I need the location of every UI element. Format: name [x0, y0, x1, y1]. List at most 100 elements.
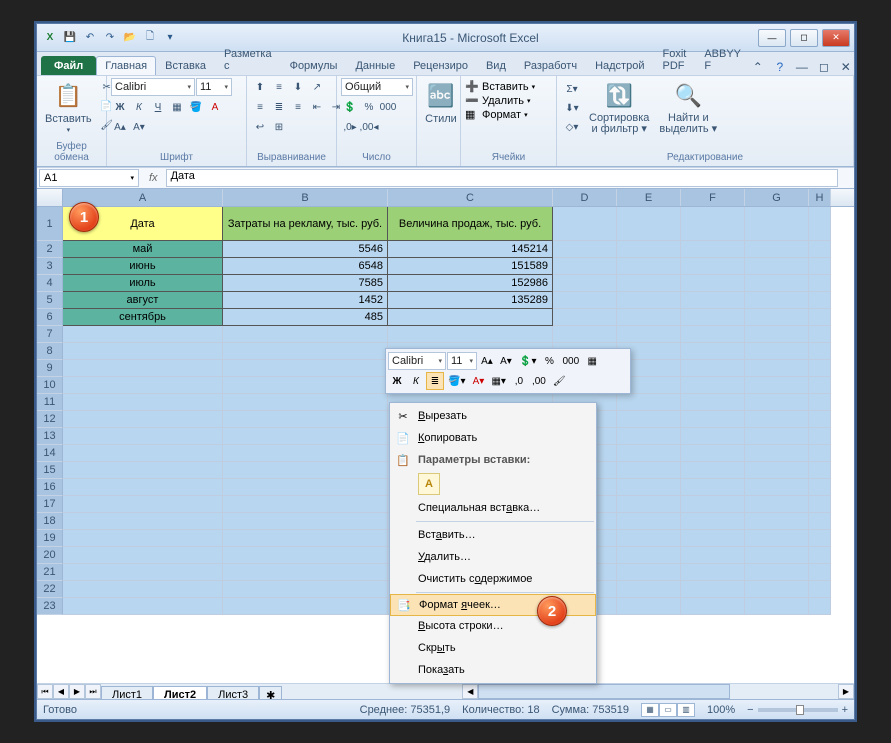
mini-border[interactable]: ▦▾: [488, 372, 508, 390]
cell[interactable]: [809, 598, 831, 615]
cell[interactable]: [63, 513, 223, 530]
zoom-level[interactable]: 100%: [707, 704, 735, 716]
cell[interactable]: [681, 513, 745, 530]
cell[interactable]: [745, 207, 809, 241]
cell[interactable]: [681, 377, 745, 394]
cell[interactable]: [745, 479, 809, 496]
menu-show[interactable]: Показать: [390, 659, 596, 681]
qat-more-icon[interactable]: ▾: [161, 29, 179, 47]
cell[interactable]: [63, 581, 223, 598]
cell[interactable]: [681, 445, 745, 462]
cell[interactable]: [223, 564, 388, 581]
cell[interactable]: [681, 309, 745, 326]
cell[interactable]: [809, 411, 831, 428]
cell[interactable]: 7585: [223, 275, 388, 292]
cell[interactable]: [223, 428, 388, 445]
percent-button[interactable]: %: [360, 98, 378, 116]
menu-cut[interactable]: ✂Вырезать: [390, 405, 596, 427]
tab-foxit[interactable]: Foxit PDF: [653, 44, 695, 75]
cell[interactable]: [681, 581, 745, 598]
font-combo[interactable]: Calibri▾: [111, 78, 195, 96]
undo-icon[interactable]: ↶: [81, 29, 99, 47]
cell[interactable]: [617, 598, 681, 615]
cell[interactable]: [745, 360, 809, 377]
cell[interactable]: [681, 411, 745, 428]
mini-inc-decimal[interactable]: ,0: [510, 372, 528, 390]
fill-button[interactable]: ⬇▾: [563, 99, 581, 117]
row-header[interactable]: 7: [37, 326, 63, 343]
row-header[interactable]: 17: [37, 496, 63, 513]
mini-currency[interactable]: 💲▾: [516, 352, 539, 370]
cell[interactable]: [745, 258, 809, 275]
cell[interactable]: 151589: [388, 258, 553, 275]
sheet-nav-prev[interactable]: ◀: [53, 684, 69, 699]
sheet-nav-first[interactable]: ⏮: [37, 684, 53, 699]
row-header[interactable]: 20: [37, 547, 63, 564]
find-select-button[interactable]: 🔍 Найти ивыделить ▾: [655, 78, 721, 137]
menu-clear-contents[interactable]: Очистить содержимое: [390, 568, 596, 590]
formula-input[interactable]: Дата: [166, 169, 838, 187]
horizontal-scrollbar[interactable]: ⏮ ◀ ▶ ⏭ Лист1 Лист2 Лист3 ✱ ◀ ▶: [37, 683, 854, 699]
paste-option-values[interactable]: A: [418, 473, 440, 495]
row-header[interactable]: 18: [37, 513, 63, 530]
cell[interactable]: [681, 241, 745, 258]
cell[interactable]: [681, 275, 745, 292]
cell[interactable]: [63, 428, 223, 445]
cell[interactable]: [617, 258, 681, 275]
cell[interactable]: [809, 462, 831, 479]
row-header[interactable]: 14: [37, 445, 63, 462]
cell[interactable]: [809, 479, 831, 496]
cell[interactable]: [681, 462, 745, 479]
cell[interactable]: [223, 462, 388, 479]
cell[interactable]: 1452: [223, 292, 388, 309]
row-header[interactable]: 5: [37, 292, 63, 309]
tab-view[interactable]: Вид: [477, 56, 515, 75]
align-top-button[interactable]: ⬆: [251, 78, 269, 96]
menu-delete[interactable]: Удалить…: [390, 546, 596, 568]
mini-fill-color[interactable]: 🪣▾: [445, 372, 468, 390]
cell[interactable]: [617, 581, 681, 598]
hscroll-right[interactable]: ▶: [838, 684, 854, 699]
cell[interactable]: [617, 207, 681, 241]
cell[interactable]: [617, 496, 681, 513]
grow-font-button[interactable]: A▴: [111, 118, 129, 136]
cell[interactable]: [681, 343, 745, 360]
cell[interactable]: [681, 258, 745, 275]
zoom-slider[interactable]: − +: [747, 704, 848, 716]
styles-button[interactable]: 🔤 Стили: [421, 78, 461, 127]
cells-delete-button[interactable]: ➖Удалить▾: [465, 94, 531, 107]
cell[interactable]: [617, 462, 681, 479]
row-header[interactable]: 16: [37, 479, 63, 496]
cell[interactable]: [681, 326, 745, 343]
cell[interactable]: [681, 564, 745, 581]
mini-italic[interactable]: К: [407, 372, 425, 390]
row-header[interactable]: 11: [37, 394, 63, 411]
sort-filter-button[interactable]: 🔃 Сортировкаи фильтр ▾: [585, 78, 653, 137]
cell[interactable]: [809, 258, 831, 275]
zoom-in-icon[interactable]: +: [842, 704, 848, 716]
bold-button[interactable]: Ж: [111, 98, 129, 116]
fx-icon[interactable]: fx: [141, 172, 166, 184]
col-header-h[interactable]: H: [809, 189, 831, 206]
cell[interactable]: [553, 326, 617, 343]
cell[interactable]: [745, 292, 809, 309]
cell[interactable]: [553, 309, 617, 326]
align-middle-button[interactable]: ≡: [270, 78, 288, 96]
row-header[interactable]: 19: [37, 530, 63, 547]
cell[interactable]: август: [63, 292, 223, 309]
cell[interactable]: [681, 547, 745, 564]
view-normal[interactable]: ▦: [641, 703, 659, 717]
doc-close-icon[interactable]: ✕: [838, 59, 854, 75]
cell[interactable]: [63, 445, 223, 462]
currency-button[interactable]: 💲: [341, 98, 359, 116]
tab-addins[interactable]: Надстрой: [586, 56, 653, 75]
cell[interactable]: [63, 377, 223, 394]
cells-format-button[interactable]: ▦Формат▾: [465, 108, 528, 121]
cell[interactable]: [553, 241, 617, 258]
sheet-tab-1[interactable]: Лист1: [101, 686, 153, 699]
tab-review[interactable]: Рецензиро: [404, 56, 477, 75]
cell[interactable]: [809, 564, 831, 581]
cell[interactable]: [553, 207, 617, 241]
redo-icon[interactable]: ↷: [101, 29, 119, 47]
cell[interactable]: [745, 275, 809, 292]
